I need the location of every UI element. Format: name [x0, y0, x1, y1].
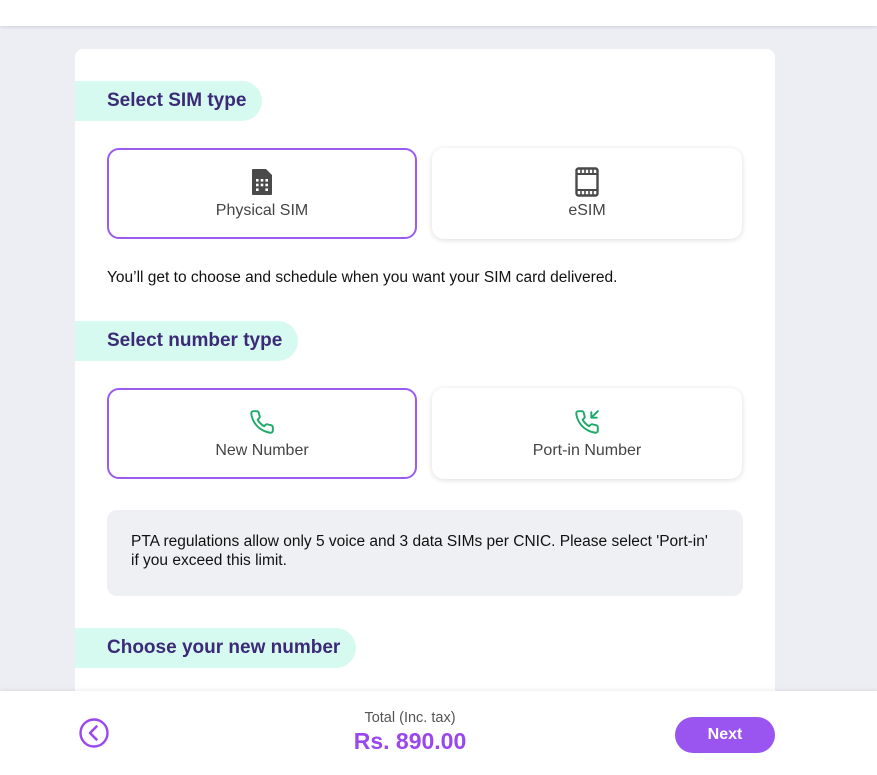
- total-amount: Rs. 890.00: [353, 728, 467, 754]
- checkout-footer: Total (Inc. tax) Rs. 890.00 Next: [0, 691, 877, 775]
- physical-sim-label: Physical SIM: [215, 201, 309, 219]
- esim-icon: [573, 166, 601, 197]
- esim-option[interactable]: eSIM: [432, 148, 742, 239]
- sim-type-heading: Select SIM type: [75, 81, 263, 121]
- new-number-label: New Number: [215, 441, 309, 459]
- delivery-helper-text: You’ll get to choose and schedule when y…: [107, 269, 618, 286]
- esim-label: eSIM: [568, 201, 606, 219]
- port-in-number-label: Port-in Number: [532, 441, 642, 459]
- next-button[interactable]: Next: [675, 717, 775, 753]
- top-bar: [0, 0, 877, 26]
- sim-order-card: Select SIM type Physical SIM eSIM You’ll…: [75, 49, 775, 709]
- choose-number-heading: Choose your new number: [75, 628, 357, 668]
- number-type-heading: Select number type: [75, 321, 299, 361]
- phone-incoming-icon: [573, 408, 601, 436]
- chevron-left-circle-icon: [79, 718, 109, 748]
- phone-icon: [248, 408, 276, 436]
- back-button[interactable]: [79, 718, 109, 748]
- physical-sim-option[interactable]: Physical SIM: [107, 148, 417, 239]
- new-number-option[interactable]: New Number: [107, 388, 417, 479]
- total-label: Total (Inc. tax): [364, 710, 456, 726]
- port-in-number-option[interactable]: Port-in Number: [432, 388, 742, 479]
- pta-notice: PTA regulations allow only 5 voice and 3…: [107, 510, 743, 596]
- sim-card-icon: [248, 168, 276, 196]
